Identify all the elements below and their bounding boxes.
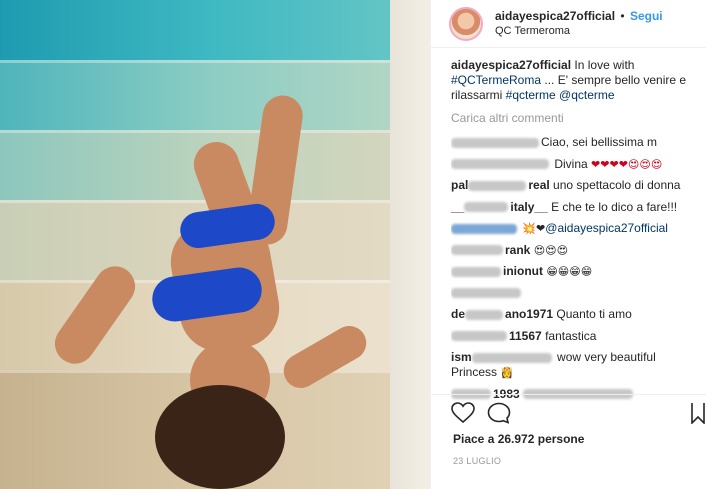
post-sidebar: aidayespica27official • Segui QC Termero… xyxy=(430,0,706,489)
comment-row: ism wow very beautiful Princess 👸 xyxy=(451,350,701,380)
likes-count[interactable]: Piace a 26.972 persone xyxy=(453,432,584,446)
comment-text: E che te lo dico a fare!!! xyxy=(551,199,678,214)
post-date: 23 LUGLIO xyxy=(453,456,502,466)
post-header: aidayespica27official • Segui QC Termero… xyxy=(431,0,706,48)
divider xyxy=(431,394,706,395)
comment-row: inionut 😁😁😁😁 xyxy=(451,264,701,279)
comment-username-end[interactable]: 11567 xyxy=(509,329,542,343)
post-caption: aidayespica27official In love with #QCTe… xyxy=(451,58,701,103)
comment-username-blur xyxy=(471,352,552,363)
post-actions xyxy=(451,400,705,428)
bookmark-icon[interactable] xyxy=(691,402,705,427)
comment-username[interactable]: ism xyxy=(451,350,472,364)
comment-username-end[interactable]: real xyxy=(528,178,549,192)
comment-emoji: 😍😍😍 xyxy=(533,243,569,257)
comments-list: aidayespica27official In love with #QCTe… xyxy=(451,58,701,408)
figure-hair xyxy=(155,385,285,489)
comment-row: Divina ❤❤❤❤😍😍😍 xyxy=(451,157,701,172)
comment-text: Quanto ti amo xyxy=(556,307,632,321)
comment-username-blur xyxy=(468,180,527,191)
comment-row: de ano1971 Quanto ti amo xyxy=(451,307,701,322)
step-edge xyxy=(0,130,430,133)
comment-text: uno spettacolo di donna xyxy=(553,178,681,192)
comment-emoji: ❤❤❤❤😍😍😍 xyxy=(591,157,663,171)
comment-username[interactable]: __ xyxy=(451,200,464,214)
post-username[interactable]: aidayespica27official xyxy=(495,9,615,23)
avatar[interactable] xyxy=(449,6,483,41)
comment-username-blur xyxy=(451,331,507,342)
comment-username-end[interactable]: inionut xyxy=(503,264,543,278)
comment-username-blur xyxy=(465,309,504,320)
separator-dot: • xyxy=(620,8,625,23)
comment-emoji: 💥❤ xyxy=(522,222,546,235)
comment-username[interactable]: de xyxy=(451,307,465,321)
caption-text: In love with xyxy=(574,58,635,72)
mention-link[interactable]: @qcterme xyxy=(559,88,615,102)
comment-username[interactable] xyxy=(451,137,539,148)
comment-row: __ italy__ E che te lo dico a fare!!! xyxy=(451,200,701,215)
comment-row: rank 😍😍😍 xyxy=(451,243,701,258)
caption-username[interactable]: aidayespica27official xyxy=(451,58,571,72)
comment-emoji: 👸 xyxy=(500,366,515,379)
comment-row: 11567 fantastica xyxy=(451,329,701,344)
hashtag-link[interactable]: #QCTermeRoma xyxy=(451,73,541,87)
heart-icon[interactable] xyxy=(451,402,475,427)
pool-wall xyxy=(390,0,430,489)
load-more-comments-button[interactable]: Carica altri commenti xyxy=(451,111,701,126)
pool-water xyxy=(0,0,430,60)
hashtag-link[interactable]: #qcterme xyxy=(506,88,556,102)
comment-text: Divina xyxy=(554,156,588,171)
step-edge xyxy=(0,60,430,63)
mention-link[interactable]: @aidayespica27official xyxy=(545,221,668,235)
comment-username-blur xyxy=(451,288,521,299)
post-photo[interactable] xyxy=(0,0,430,489)
comment-icon[interactable] xyxy=(487,402,511,427)
comment-username-blur xyxy=(451,266,501,277)
comment-username-end[interactable]: ano1971 xyxy=(505,307,553,321)
comment-row: Ciao, sei bellissima m xyxy=(451,135,701,150)
comment-text: fantastica xyxy=(545,328,597,343)
pool-step xyxy=(0,60,430,130)
comment-username-end[interactable]: italy__ xyxy=(510,200,547,214)
comment-username-blur xyxy=(464,202,509,213)
comment-row: 💥❤@aidayespica27official xyxy=(451,221,701,236)
comment-emoji: 😁😁😁😁 xyxy=(546,265,593,278)
follow-button[interactable]: Segui xyxy=(630,9,663,23)
comment-text: Ciao, sei bellissima m xyxy=(541,135,658,149)
comment-username[interactable]: pal xyxy=(451,178,468,192)
post-location[interactable]: QC Termeroma xyxy=(495,24,663,39)
comment-row: pal real uno spettacolo di donna xyxy=(451,178,701,193)
comment-username-blur xyxy=(451,245,503,256)
comment-username-end[interactable]: rank xyxy=(505,243,530,257)
comment-username[interactable] xyxy=(451,223,517,234)
comment-row xyxy=(451,286,701,301)
comment-username[interactable] xyxy=(451,159,549,170)
